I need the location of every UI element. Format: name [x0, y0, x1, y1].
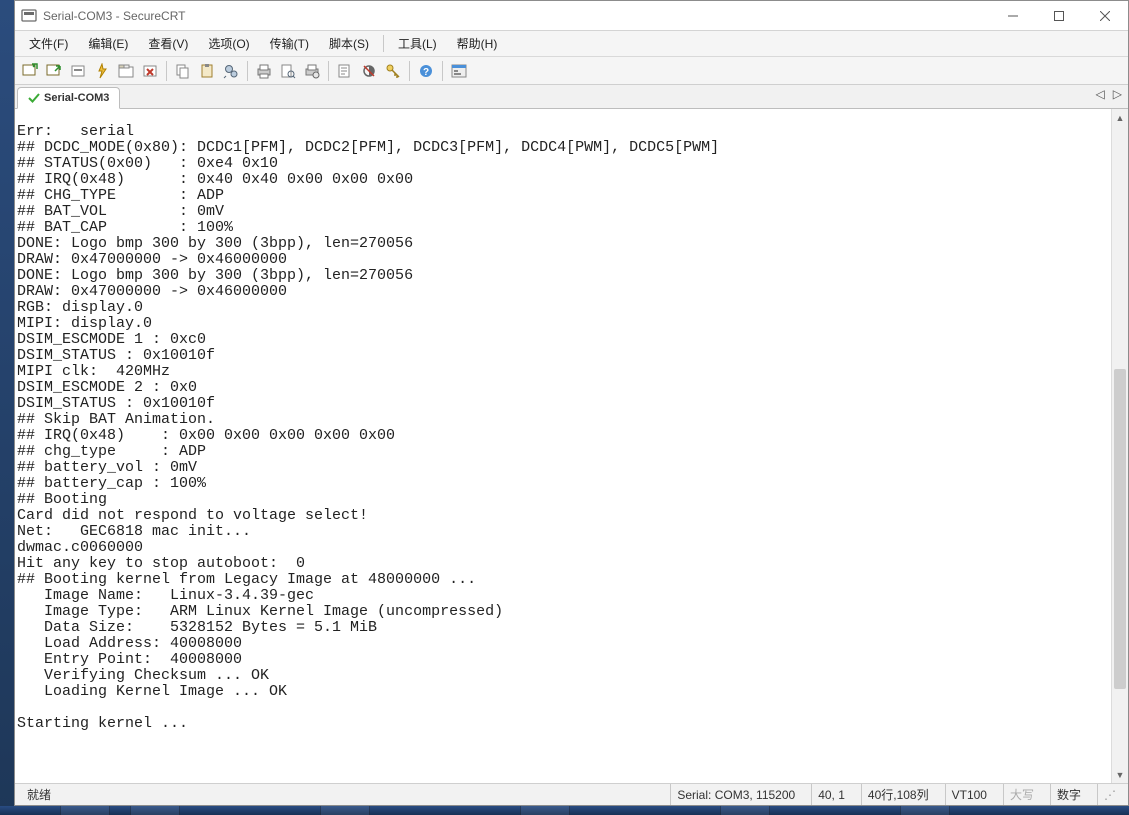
- reconnect-icon[interactable]: [43, 60, 65, 82]
- statusbar: 就绪 Serial: COM3, 115200 40, 1 40行,108列 V…: [15, 783, 1128, 805]
- status-grip-icon: ⋰: [1097, 784, 1122, 805]
- menu-file[interactable]: 文件(F): [19, 31, 78, 56]
- status-capslock: 大写: [1003, 784, 1040, 805]
- menu-help[interactable]: 帮助(H): [447, 31, 508, 56]
- tabstrip: Serial-COM3 ◁ ▷: [15, 85, 1128, 109]
- app-icon: [21, 8, 37, 24]
- help-icon[interactable]: ?: [415, 60, 437, 82]
- maximize-button[interactable]: [1036, 1, 1082, 31]
- vertical-scrollbar[interactable]: ▲ ▼: [1111, 109, 1128, 783]
- tabbed-icon[interactable]: [115, 60, 137, 82]
- scroll-up-icon[interactable]: ▲: [1112, 109, 1128, 126]
- copy-icon[interactable]: [172, 60, 194, 82]
- scroll-down-icon[interactable]: ▼: [1112, 766, 1128, 783]
- print-preview-icon[interactable]: [277, 60, 299, 82]
- status-numlock: 数字: [1050, 784, 1087, 805]
- menubar: 文件(F) 编辑(E) 查看(V) 选项(O) 传输(T) 脚本(S) 工具(L…: [15, 31, 1128, 57]
- session-tab[interactable]: Serial-COM3: [17, 87, 120, 109]
- toggle-icon[interactable]: [358, 60, 380, 82]
- close-session-icon[interactable]: [139, 60, 161, 82]
- tab-prev-icon[interactable]: ◁: [1096, 87, 1105, 101]
- menu-tools[interactable]: 工具(L): [388, 31, 447, 56]
- key-icon[interactable]: [382, 60, 404, 82]
- status-connection: Serial: COM3, 115200: [670, 784, 801, 805]
- session-manager-icon[interactable]: [448, 60, 470, 82]
- terminal-area: Err: serial ## DCDC_MODE(0x80): DCDC1[PF…: [15, 109, 1128, 783]
- menu-edit[interactable]: 编辑(E): [78, 31, 138, 56]
- menu-script[interactable]: 脚本(S): [319, 31, 379, 56]
- new-session-icon[interactable]: [19, 60, 41, 82]
- minimize-button[interactable]: [990, 1, 1036, 31]
- scroll-thumb[interactable]: [1114, 369, 1126, 689]
- menu-options[interactable]: 选项(O): [198, 31, 259, 56]
- status-ready: 就绪: [21, 784, 57, 805]
- terminal-output[interactable]: Err: serial ## DCDC_MODE(0x80): DCDC1[PF…: [15, 124, 1111, 768]
- titlebar[interactable]: Serial-COM3 - SecureCRT: [15, 1, 1128, 31]
- app-window: Serial-COM3 - SecureCRT 文件(F) 编辑(E) 查看(V…: [14, 0, 1129, 806]
- session-tab-label: Serial-COM3: [44, 92, 109, 104]
- status-emulation: VT100: [945, 784, 993, 805]
- tab-next-icon[interactable]: ▷: [1113, 87, 1122, 101]
- find-icon[interactable]: [220, 60, 242, 82]
- status-cursor: 40, 1: [811, 784, 851, 805]
- print-icon[interactable]: [253, 60, 275, 82]
- quick-connect-icon[interactable]: [91, 60, 113, 82]
- status-dimensions: 40行,108列: [861, 784, 935, 805]
- svg-text:?: ?: [423, 67, 429, 78]
- desktop-dock-strip: [0, 0, 14, 815]
- menu-transfer[interactable]: 传输(T): [260, 31, 319, 56]
- checkmark-icon: [28, 92, 40, 104]
- menu-view[interactable]: 查看(V): [138, 31, 198, 56]
- toolbar: ?: [15, 57, 1128, 85]
- paste-icon[interactable]: [196, 60, 218, 82]
- desktop-taskbar: [0, 806, 1129, 815]
- disconnect-icon[interactable]: [67, 60, 89, 82]
- window-title: Serial-COM3 - SecureCRT: [43, 9, 185, 23]
- close-button[interactable]: [1082, 1, 1128, 31]
- printer-setup-icon[interactable]: [301, 60, 323, 82]
- log-session-icon[interactable]: [334, 60, 356, 82]
